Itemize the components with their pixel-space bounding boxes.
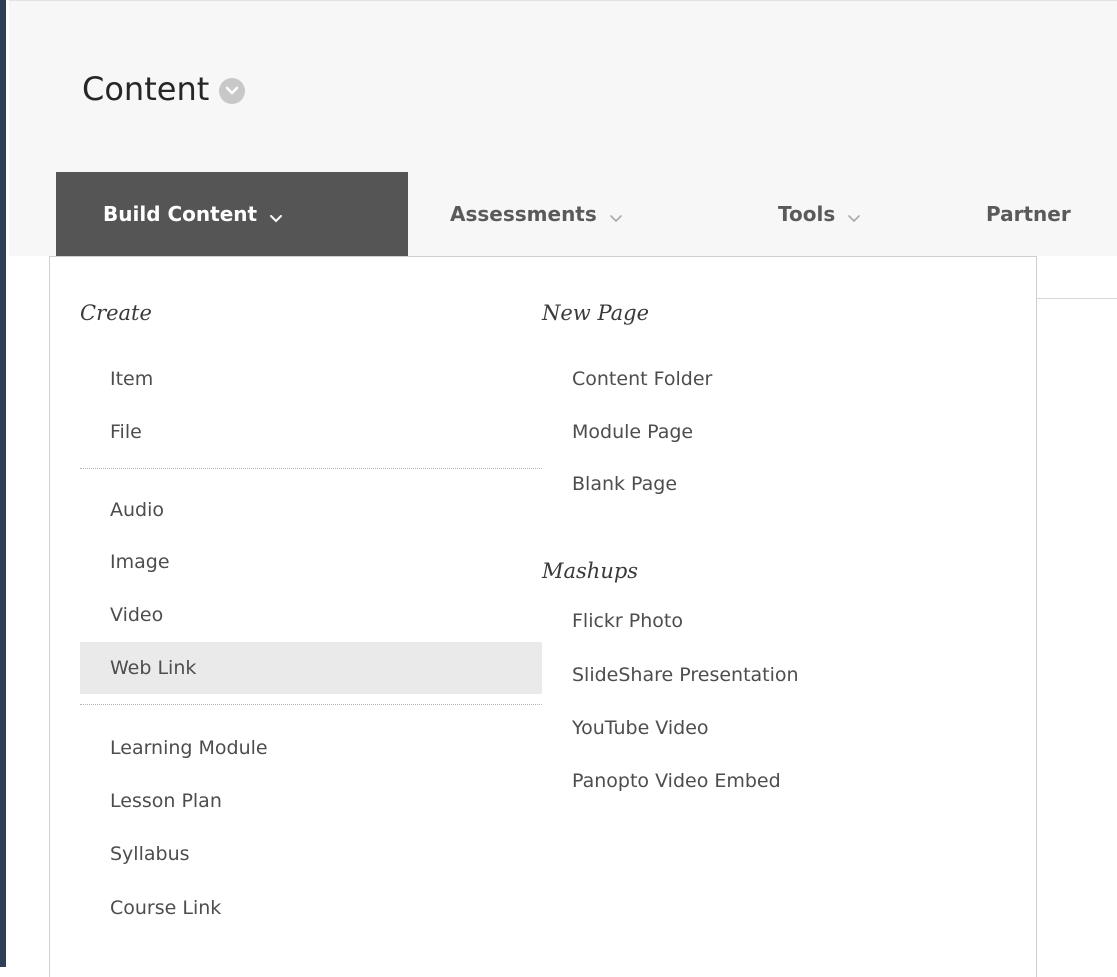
menu-item-file[interactable]: File <box>80 406 542 458</box>
menu-item-blank-page[interactable]: Blank Page <box>542 458 982 510</box>
menu-item-syllabus[interactable]: Syllabus <box>80 828 542 880</box>
menu-item-audio[interactable]: Audio <box>80 484 542 536</box>
menu-divider <box>80 468 542 469</box>
tab-tools[interactable]: Tools <box>778 172 861 256</box>
chevron-down-icon <box>269 207 283 223</box>
tab-label: Build Content <box>103 202 258 226</box>
menu-item-web-link[interactable]: Web Link <box>80 642 542 694</box>
menu-divider <box>80 704 542 705</box>
chevron-down-icon <box>847 207 861 223</box>
tab-bar-underline <box>1036 298 1117 299</box>
page-title-text: Content <box>82 70 210 108</box>
tab-label: Tools <box>778 202 836 226</box>
section-heading-mashups: Mashups <box>542 559 639 583</box>
menu-item-content-folder[interactable]: Content Folder <box>542 353 982 405</box>
tab-assessments[interactable]: Assessments <box>450 172 623 256</box>
menu-item-video[interactable]: Video <box>80 589 542 641</box>
menu-item-lesson-plan[interactable]: Lesson Plan <box>80 775 542 827</box>
menu-item-flickr-photo[interactable]: Flickr Photo <box>542 595 982 647</box>
section-heading-new-page: New Page <box>542 301 650 325</box>
menu-item-item[interactable]: Item <box>80 353 542 405</box>
menu-item-youtube-video[interactable]: YouTube Video <box>542 702 982 754</box>
menu-item-image[interactable]: Image <box>80 536 542 588</box>
build-content-dropdown: Create Item File Audio Image Video Web L… <box>49 256 1037 977</box>
menu-item-course-link[interactable]: Course Link <box>80 882 542 934</box>
menu-item-learning-module[interactable]: Learning Module <box>80 722 542 774</box>
tab-label: Assessments <box>450 202 597 226</box>
chevron-down-icon <box>609 207 623 223</box>
tab-label: Partner <box>986 202 1071 226</box>
menu-item-panopto-video-embed[interactable]: Panopto Video Embed <box>542 755 982 807</box>
page-title: Content <box>82 70 246 108</box>
menu-item-module-page[interactable]: Module Page <box>542 406 982 458</box>
tab-build-content[interactable]: Build Content <box>56 172 408 256</box>
menu-item-slideshare-presentation[interactable]: SlideShare Presentation <box>542 649 982 701</box>
section-heading-create: Create <box>80 301 152 325</box>
tab-partner[interactable]: Partner <box>986 172 1071 256</box>
chevron-circle-icon[interactable] <box>219 78 246 104</box>
